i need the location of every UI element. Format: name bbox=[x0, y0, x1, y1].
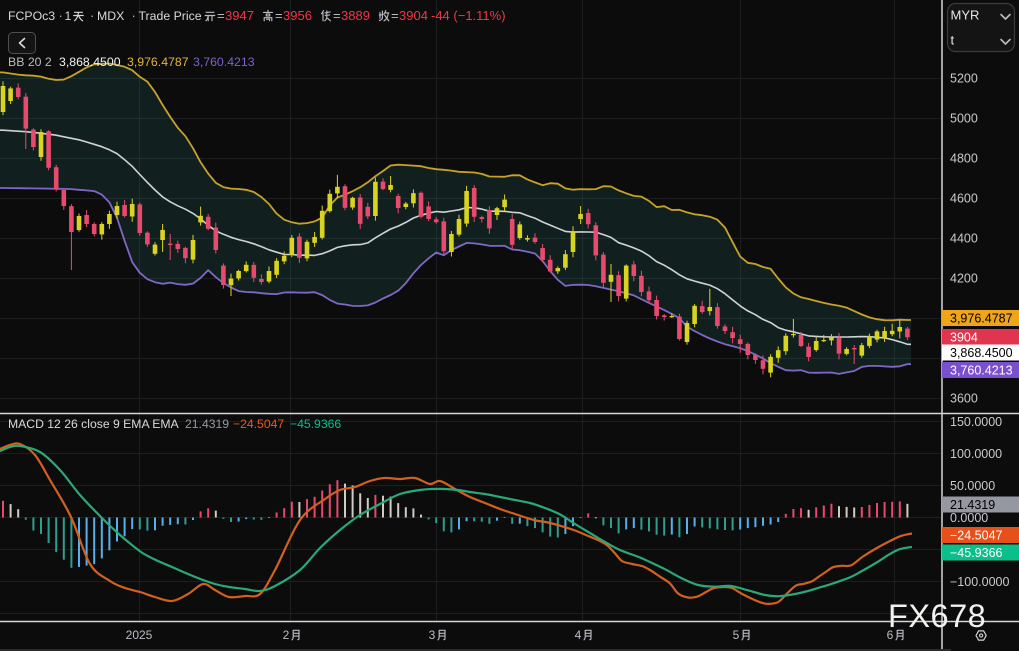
svg-text:3904: 3904 bbox=[950, 331, 978, 345]
svg-text:4400: 4400 bbox=[950, 232, 978, 246]
svg-text:4800: 4800 bbox=[950, 152, 978, 166]
svg-text:FCPOc3: FCPOc3 bbox=[8, 9, 55, 23]
svg-text:3,868.4500: 3,868.4500 bbox=[950, 346, 1013, 360]
svg-text:t: t bbox=[951, 33, 955, 48]
svg-text:4600: 4600 bbox=[950, 192, 978, 206]
svg-text:=: = bbox=[391, 8, 399, 23]
svg-text:21.4319: 21.4319 bbox=[950, 498, 995, 512]
svg-text:3,976.4787: 3,976.4787 bbox=[127, 55, 189, 69]
svg-text:3,976.4787: 3,976.4787 bbox=[950, 312, 1013, 326]
svg-text:50.0000: 50.0000 bbox=[950, 479, 995, 493]
svg-text:−24.5047: −24.5047 bbox=[950, 529, 1003, 543]
svg-text:3889: 3889 bbox=[341, 8, 370, 23]
svg-text:3,760.4213: 3,760.4213 bbox=[193, 55, 255, 69]
svg-text:BB 20 2: BB 20 2 bbox=[8, 55, 52, 69]
svg-text:4: 4 bbox=[575, 628, 582, 642]
svg-text:3,760.4213: 3,760.4213 bbox=[950, 364, 1013, 378]
svg-text:3947: 3947 bbox=[225, 8, 254, 23]
svg-text:21.4319: 21.4319 bbox=[185, 417, 229, 431]
svg-text:MACD 12 26 close 9 EMA EMA: MACD 12 26 close 9 EMA EMA bbox=[8, 417, 180, 431]
svg-text:150.0000: 150.0000 bbox=[950, 415, 1002, 429]
svg-text:MYR: MYR bbox=[951, 8, 980, 23]
svg-text:MDX: MDX bbox=[97, 9, 124, 23]
svg-text:2: 2 bbox=[283, 628, 290, 642]
svg-text:Trade Price: Trade Price bbox=[139, 9, 202, 23]
svg-text:=: = bbox=[333, 8, 341, 23]
svg-text:−45.9366: −45.9366 bbox=[950, 546, 1003, 560]
svg-text:3956: 3956 bbox=[283, 8, 312, 23]
svg-text:·: · bbox=[132, 8, 136, 23]
svg-text:5: 5 bbox=[733, 628, 740, 642]
svg-text:=: = bbox=[217, 8, 225, 23]
svg-text:1: 1 bbox=[65, 9, 72, 23]
svg-text:FX678: FX678 bbox=[888, 598, 986, 634]
svg-text:·: · bbox=[59, 8, 63, 23]
svg-text:=: = bbox=[275, 8, 283, 23]
svg-text:5200: 5200 bbox=[950, 72, 978, 86]
svg-text:-44 (−1.11%): -44 (−1.11%) bbox=[431, 8, 506, 23]
svg-text:0.0000: 0.0000 bbox=[950, 511, 988, 525]
svg-text:−45.9366: −45.9366 bbox=[290, 417, 341, 431]
svg-text:3: 3 bbox=[429, 628, 436, 642]
svg-text:−100.0000: −100.0000 bbox=[950, 575, 1009, 589]
svg-text:·: · bbox=[90, 8, 94, 23]
svg-text:3600: 3600 bbox=[950, 392, 978, 406]
svg-text:100.0000: 100.0000 bbox=[950, 447, 1002, 461]
svg-text:4200: 4200 bbox=[950, 272, 978, 286]
svg-text:2025: 2025 bbox=[126, 628, 153, 642]
svg-text:5000: 5000 bbox=[950, 112, 978, 126]
svg-text:3,868.4500: 3,868.4500 bbox=[59, 55, 121, 69]
svg-text:3904: 3904 bbox=[399, 8, 428, 23]
svg-text:−24.5047: −24.5047 bbox=[233, 417, 284, 431]
